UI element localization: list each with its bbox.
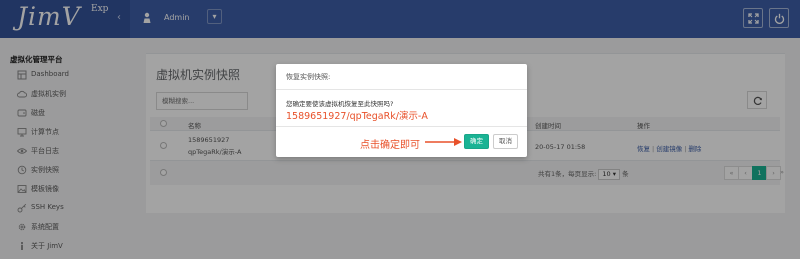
- dialog-question: 您确定要使该虚拟机恢复至此快照吗?: [286, 100, 394, 108]
- dialog-target-snapshot: 1589651927/qpTegaRk/演示-A: [286, 111, 428, 122]
- arrow-right-icon: [425, 138, 462, 146]
- confirm-button[interactable]: 确定: [464, 134, 489, 149]
- annotation-text: 点击确定即可: [360, 140, 420, 151]
- divider: [276, 126, 527, 127]
- dialog-title: 恢复实例快照:: [286, 73, 331, 81]
- divider: [276, 89, 527, 90]
- cancel-button[interactable]: 取消: [493, 134, 518, 149]
